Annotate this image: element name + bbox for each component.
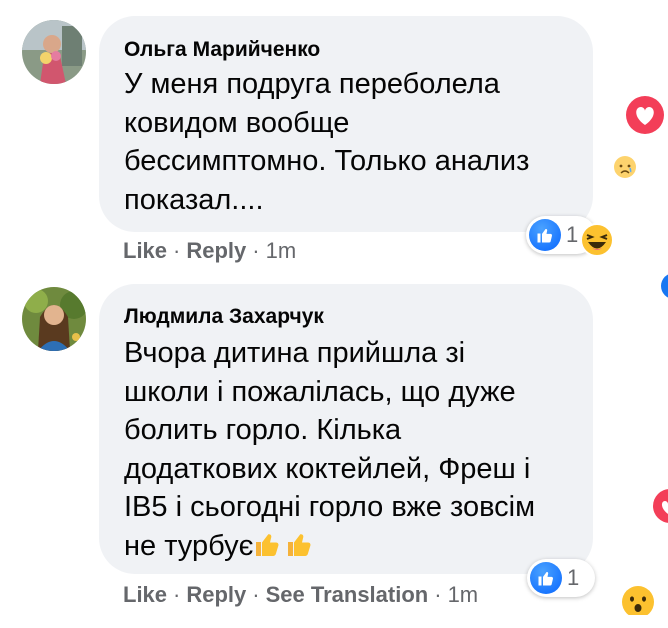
comment-author[interactable]: Людмила Захарчук — [124, 305, 324, 329]
like-icon — [529, 219, 561, 251]
reaction-summary[interactable]: 1 — [527, 559, 595, 597]
comment-text: У меня подруга переболела ковидом вообще… — [124, 65, 529, 219]
comment-text-line: додаткових коктейлей, Фреш і — [124, 452, 531, 485]
reaction-count: 1 — [566, 222, 579, 247]
reply-link[interactable]: Reply — [186, 582, 246, 607]
comment-timestamp[interactable]: 1m — [266, 238, 297, 263]
sad-reaction-icon — [613, 155, 637, 184]
commenter-avatar[interactable] — [22, 287, 86, 351]
love-reaction-partial-icon — [652, 488, 668, 529]
comment-text-line: показал.... — [124, 183, 264, 216]
like-link[interactable]: Like — [123, 582, 167, 607]
haha-icon — [580, 223, 614, 262]
comment-text-line: школи і пожалілась, що дуже — [124, 375, 516, 408]
wow-reaction-icon — [621, 585, 655, 620]
thumbs-up-emoji — [285, 529, 315, 570]
comment-author[interactable]: Ольга Марийченко — [124, 38, 320, 62]
thumbs-up-emoji — [253, 529, 283, 570]
comment-text-line: У меня подруга переболела — [124, 68, 500, 100]
comment-timestamp[interactable]: 1m — [448, 582, 479, 607]
like-icon — [530, 562, 562, 594]
comment-text-last: не турбує — [124, 529, 254, 562]
comment-actions: Like · Reply · See Translation · 1m — [123, 582, 479, 607]
comment-text-line: IB5 і сьогодні горло вже зовсім — [124, 491, 536, 523]
comment-text-line: не турбує — [124, 527, 535, 570]
comment-actions: Like · Reply · 1m — [123, 238, 297, 263]
like-link[interactable]: Like — [123, 238, 167, 263]
commenter-avatar[interactable] — [22, 20, 86, 84]
comment-bubble: Ольга Марийченко У меня подруга переболе… — [99, 16, 593, 232]
love-reaction-icon — [625, 95, 665, 140]
comment-text-line: бессимптомно. Только анализ — [124, 145, 530, 177]
comment-text-line: болить горло. Кілька — [124, 414, 402, 446]
reaction-count: 1 — [567, 565, 580, 590]
comment-text-line: Вчора дитина прийшла зі — [124, 337, 466, 369]
see-translation-link[interactable]: See Translation — [266, 582, 429, 607]
comment-bubble: Людмила Захарчук Вчора дитина прийшла зі… — [99, 284, 593, 574]
like-reaction-partial-icon — [660, 272, 668, 305]
comment-text-line: ковидом вообще — [124, 106, 350, 139]
comment-text: Вчора дитина прийшла зі школи і пожаліла… — [124, 334, 535, 569]
reply-link[interactable]: Reply — [186, 238, 246, 263]
